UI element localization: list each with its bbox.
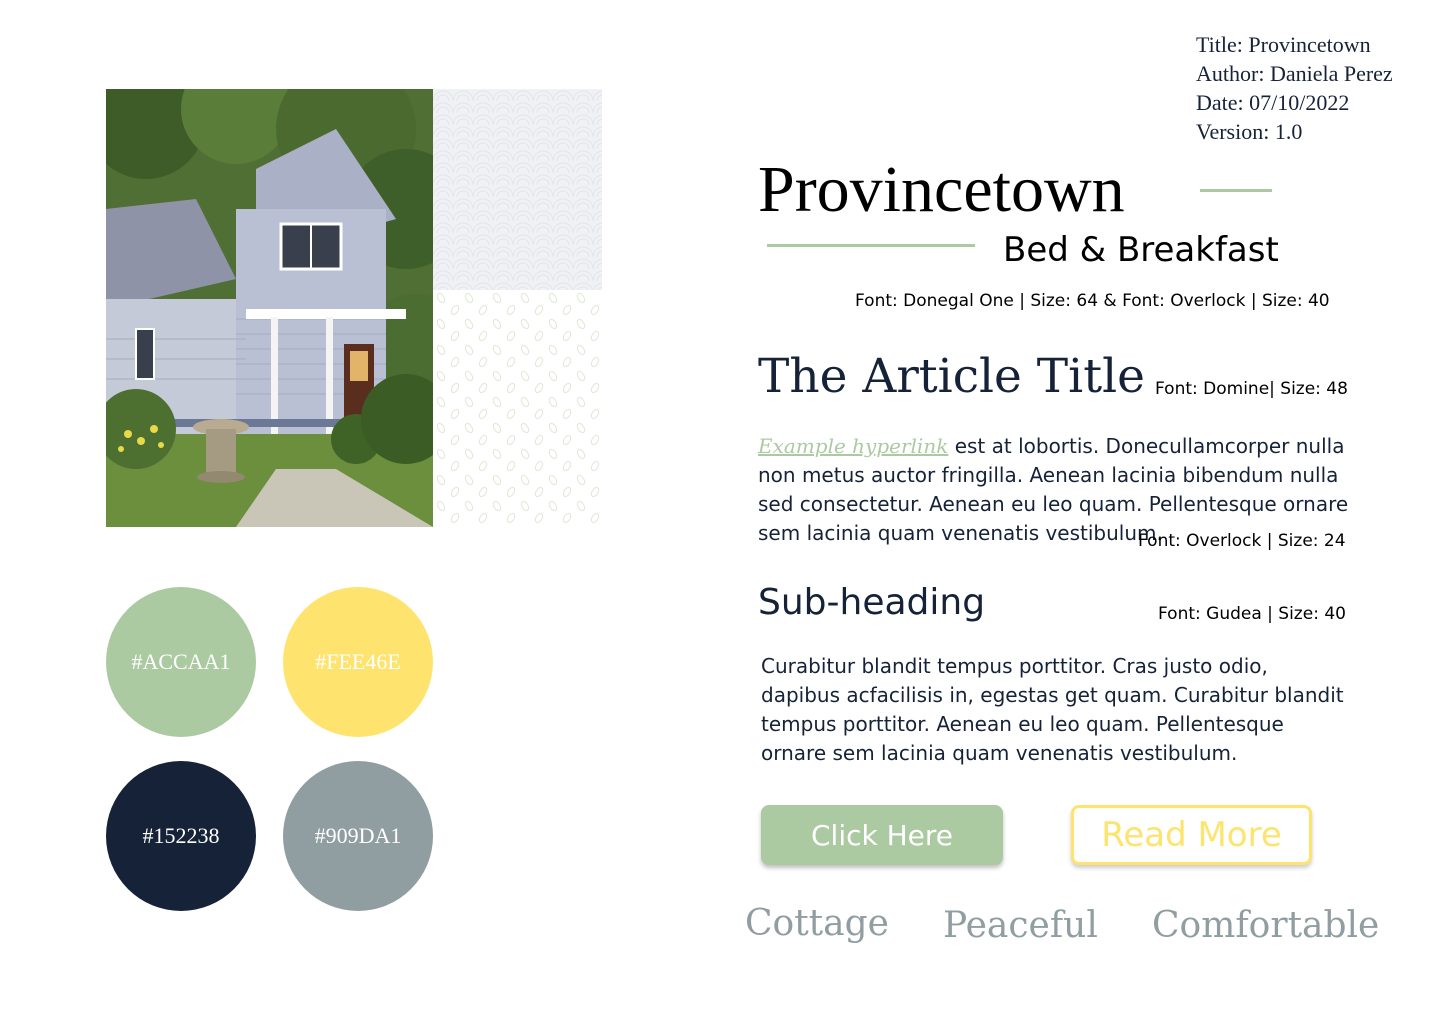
- cottage-photo: [106, 89, 433, 527]
- leaf-pattern-panel: [433, 290, 602, 527]
- swatch-gray: #909DA1: [283, 761, 433, 911]
- swatch-green: #ACCAA1: [106, 587, 256, 737]
- brand-name: Provincetown: [758, 153, 1125, 226]
- swatch-navy-label: #152238: [142, 823, 220, 848]
- article-title: The Article Title: [758, 349, 1145, 404]
- subheading-font-note: Font: Gudea | Size: 40: [1158, 604, 1346, 624]
- click-here-button[interactable]: Click Here: [761, 805, 1003, 865]
- brand-font-note: Font: Donegal One | Size: 64 & Font: Ove…: [855, 291, 1330, 311]
- swatch-yellow-label: #FEE46E: [315, 649, 401, 674]
- scallop-pattern-panel: [433, 89, 602, 290]
- leaf-pattern: [433, 290, 602, 527]
- article-title-font-note: Font: Domine| Size: 48: [1155, 379, 1348, 399]
- subheading: Sub-heading: [758, 582, 986, 623]
- brand-tagline: Bed & Breakfast: [1003, 230, 1279, 270]
- paragraph-font-note: Font: Overlock | Size: 24: [1138, 531, 1346, 551]
- meta-version: Version: 1.0: [1196, 119, 1303, 144]
- scallop-pattern: [433, 89, 602, 290]
- keyword-peaceful: Peaceful: [943, 905, 1098, 946]
- meta-date: Date: 07/10/2022: [1196, 90, 1350, 115]
- cottage-illustration: [106, 89, 433, 527]
- brand-divider-left: [767, 244, 975, 247]
- meta-title: Title: Provincetown: [1196, 32, 1371, 57]
- article-paragraph-2: Curabitur blandit tempus porttitor. Cras…: [761, 654, 1344, 765]
- document-meta: Title: Provincetown Author: Daniela Pere…: [1196, 30, 1393, 146]
- swatch-yellow: #FEE46E: [283, 587, 433, 737]
- read-more-button[interactable]: Read More: [1071, 805, 1312, 865]
- keyword-comfortable: Comfortable: [1152, 905, 1380, 946]
- brand-divider-right: [1200, 189, 1272, 192]
- swatch-gray-label: #909DA1: [314, 823, 402, 848]
- example-hyperlink[interactable]: Example hyperlink: [758, 434, 948, 458]
- swatch-navy: #152238: [106, 761, 256, 911]
- meta-author: Author: Daniela Perez: [1196, 61, 1393, 86]
- swatch-green-label: #ACCAA1: [131, 649, 231, 674]
- keyword-cottage: Cottage: [745, 903, 889, 944]
